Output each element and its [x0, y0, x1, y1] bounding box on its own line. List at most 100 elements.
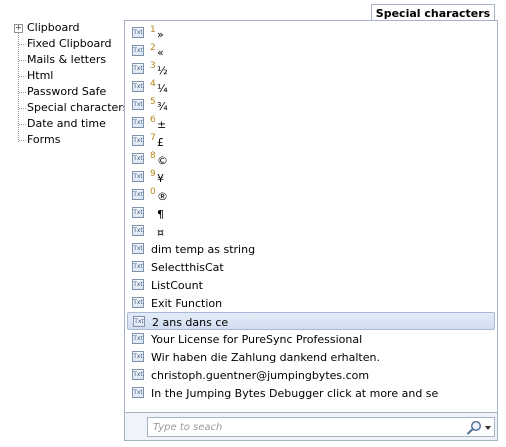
list-item[interactable]: Txt 0 ® — [127, 186, 495, 204]
list-item-text: 2 ans dans ce — [152, 316, 229, 329]
tree-connector — [19, 76, 26, 77]
list-item[interactable]: Txt Exit Function — [127, 294, 495, 312]
list-item-text: SelectthisCat — [151, 261, 224, 274]
list-item[interactable]: Txt 8 © — [127, 150, 495, 168]
tree-item-special-characters[interactable]: Special characters — [12, 100, 129, 116]
list-item[interactable]: Txt 1» — [127, 24, 495, 42]
text-snippet-icon: Txt — [132, 189, 144, 200]
search-bar — [125, 412, 497, 440]
tree-item-password-safe[interactable]: Password Safe — [12, 84, 127, 100]
expand-icon[interactable]: + — [14, 24, 23, 33]
tree-item-html[interactable]: Html — [12, 68, 127, 84]
chevron-down-icon[interactable] — [485, 426, 491, 430]
list-item[interactable]: Txt dim temp as string — [127, 240, 495, 258]
search-input[interactable] — [153, 420, 453, 435]
tree-item-fixed-clipboard[interactable]: Fixed Clipboard — [12, 36, 127, 52]
text-snippet-icon: Txt — [132, 243, 144, 254]
category-tree: + Clipboard Fixed Clipboard Mails & letters… — [12, 20, 129, 220]
text-snippet-icon: Txt — [132, 99, 144, 110]
tree-item-clipboard[interactable]: + Clipboard — [12, 20, 127, 36]
tree-item-label: Mails & letters — [27, 53, 107, 66]
text-snippet-icon: Txt — [132, 81, 144, 92]
text-snippet-icon: Txt — [132, 171, 144, 182]
tree-item-label: Clipboard — [27, 21, 80, 34]
search-box[interactable] — [147, 417, 495, 437]
list-item-text: ¶ — [157, 208, 164, 221]
search-icon[interactable] — [466, 420, 482, 435]
list-item-text: christoph.guentner@jumpingbytes.com — [151, 369, 370, 382]
text-snippet-icon: Txt — [132, 135, 144, 146]
list-item[interactable]: Txt 9 ¥ — [127, 168, 495, 186]
list-item[interactable]: Txt christoph.guentner@jumpingbytes.com — [127, 366, 495, 384]
tree-item-label: Fixed Clipboard — [27, 37, 112, 50]
text-snippet-icon: Txt — [132, 387, 144, 398]
hotkey-number: 5 — [150, 97, 156, 107]
tree-connector — [19, 124, 26, 125]
tree-connector — [19, 108, 26, 109]
tree-connector — [19, 140, 26, 141]
text-snippet-icon: Txt — [132, 333, 144, 344]
list-item-text: © — [157, 154, 168, 167]
snippet-list-panel: Txt 1» Txt 2 « Txt 3 ½ Txt 4 ¼ Txt 5 ¾ Txt 6 ± Txt 7 £ Txt 8 ©… — [124, 20, 498, 441]
text-snippet-icon: Txt — [132, 207, 144, 218]
list-item-text: £ — [157, 136, 164, 149]
text-snippet-icon: Txt — [132, 297, 144, 308]
hotkey-number: 4 — [150, 79, 156, 89]
tree-item-label: Html — [27, 69, 54, 82]
tree-item-date-and-time[interactable]: Date and time — [12, 116, 127, 132]
list-item-text: ¾ — [157, 100, 168, 113]
list-item-text: ½ — [157, 64, 168, 77]
tree-item-label: Forms — [27, 133, 61, 146]
tree-item-mails-letters[interactable]: Mails & letters — [12, 52, 127, 68]
hotkey-number: 1 — [150, 25, 156, 35]
list-item[interactable]: Txt Wir haben die Zahlung dankend erhalte… — [127, 348, 495, 366]
list-item[interactable]: Txt ¶ — [127, 204, 495, 222]
tree-item-forms[interactable]: Forms — [12, 132, 127, 148]
text-snippet-icon: Txt — [132, 27, 144, 38]
text-snippet-icon: Txt — [132, 351, 144, 362]
hotkey-number: 7 — [150, 133, 156, 143]
tree-connector — [19, 92, 26, 93]
list-item-text: ¤ — [157, 226, 164, 239]
list-item[interactable]: Txt 4 ¼ — [127, 78, 495, 96]
list-item[interactable]: Txt 2 « — [127, 42, 495, 60]
list-item-text: ± — [157, 118, 167, 131]
hotkey-number: 9 — [150, 169, 156, 179]
text-snippet-icon: Txt — [132, 279, 144, 290]
list-item-text: « — [157, 46, 164, 59]
hotkey-number: 3 — [150, 61, 156, 71]
list-item-text: » — [157, 28, 164, 41]
text-snippet-icon: Txt — [132, 63, 144, 74]
text-snippet-icon: Txt — [132, 369, 144, 380]
tree-connector — [19, 44, 26, 45]
list-item-text: ® — [157, 190, 168, 203]
text-snippet-icon: Txt — [133, 316, 145, 327]
list-item[interactable]: Txt ListCount — [127, 276, 495, 294]
tree-item-label: Special characters — [27, 101, 129, 114]
list-item[interactable]: Txt 7 £ — [127, 132, 495, 150]
tree-item-label: Date and time — [27, 117, 106, 130]
list-item-text: Exit Function — [151, 297, 223, 310]
text-snippet-icon: Txt — [132, 45, 144, 56]
hotkey-number: 2 — [150, 43, 156, 53]
hotkey-number: 8 — [150, 151, 156, 161]
list-item[interactable]: Txt 3 ½ — [127, 60, 495, 78]
list-item[interactable]: Txt Your License for PureSync Professiona… — [127, 330, 495, 348]
text-snippet-icon: Txt — [132, 261, 144, 272]
list-item[interactable]: Txt 5 ¾ — [127, 96, 495, 114]
list-item-text: Wir haben die Zahlung dankend erhalten. — [151, 351, 380, 364]
list-item[interactable]: Txt SelectthisCat — [127, 258, 495, 276]
text-snippet-icon: Txt — [132, 117, 144, 128]
list-item-text: ¥ — [157, 172, 164, 185]
list-item-selected[interactable]: Txt 2 ans dans ce — [127, 312, 495, 330]
list-item-text: ¼ — [157, 82, 168, 95]
list-item[interactable]: Txt In the Jumping Bytes Debugger click a… — [127, 384, 495, 402]
list-item-text: dim temp as string — [151, 243, 256, 256]
list-item[interactable]: Txt 6 ± — [127, 114, 495, 132]
text-snippet-icon: Txt — [132, 225, 144, 236]
list-item-text: In the Jumping Bytes Debugger click at m… — [151, 387, 439, 400]
hotkey-number: 0 — [150, 187, 156, 197]
list-item-text: ListCount — [151, 279, 203, 292]
tree-connector — [19, 60, 26, 61]
list-item[interactable]: Txt ¤ — [127, 222, 495, 240]
